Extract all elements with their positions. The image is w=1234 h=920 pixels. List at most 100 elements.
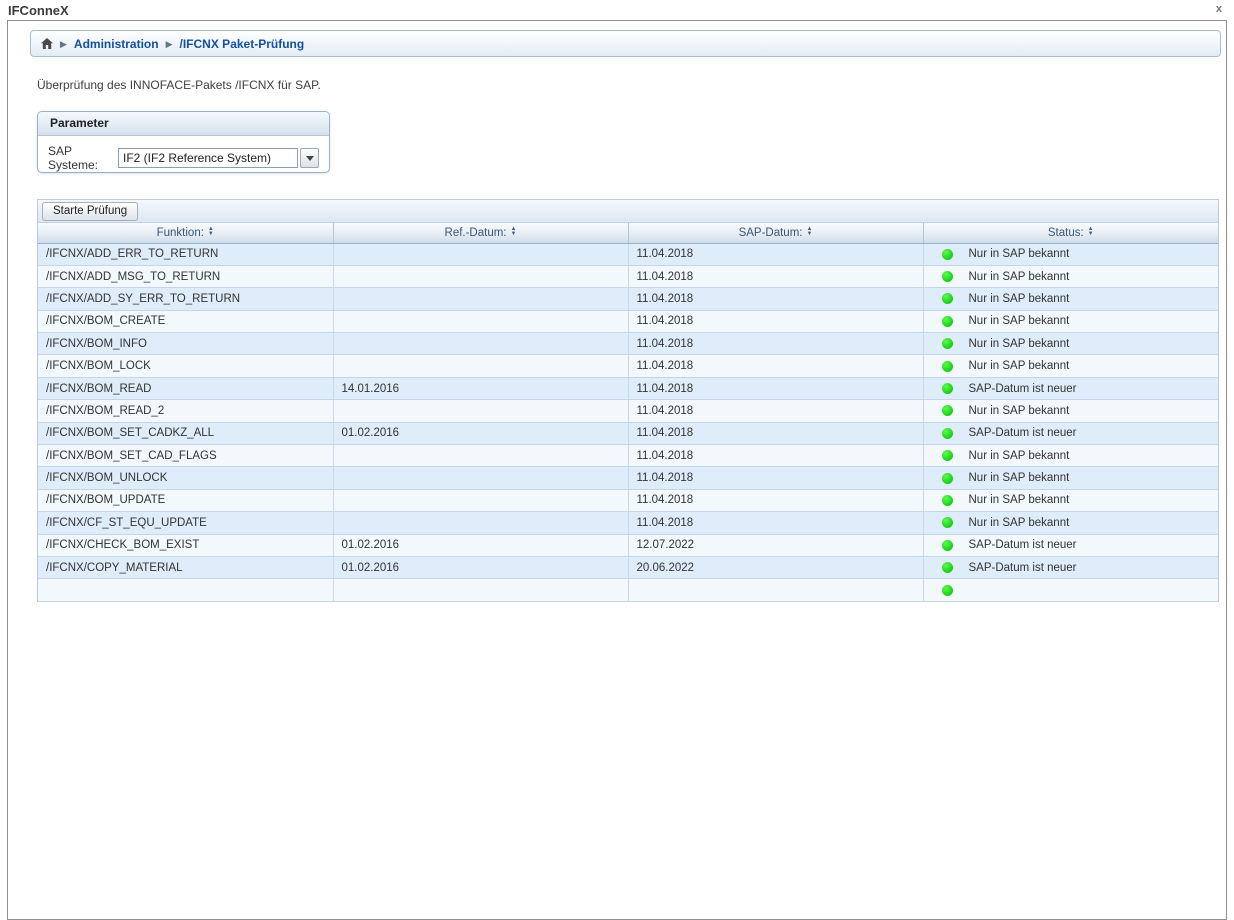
table-row[interactable]: /IFCNX/BOM_LOCK11.04.2018Nur in SAP beka… [38,355,1218,377]
close-icon[interactable]: x [1216,3,1222,15]
cell-ref-datum [333,489,628,511]
column-header-funktion[interactable]: Funktion:▲▼ [38,223,333,243]
status-ok-icon [942,517,953,528]
column-header-status[interactable]: Status:▲▼ [923,223,1218,243]
page-description: Überprüfung des INNOFACE-Pakets /IFCNX f… [37,78,321,92]
breadcrumb-item-paket-pruefung[interactable]: /IFCNX Paket-Prüfung [180,37,305,51]
breadcrumb-item-administration[interactable]: Administration [74,37,159,51]
grid-toolbar: Starte Prüfung [38,200,1218,223]
cell-status [923,579,1218,601]
cell-sap-datum: 12.07.2022 [628,534,923,556]
check-result-grid: Starte Prüfung Funktion:▲▼ Ref.-Datum:▲▼… [37,199,1219,602]
cell-status: SAP-Datum ist neuer [923,422,1218,444]
cell-sap-datum: 20.06.2022 [628,556,923,578]
table-row[interactable]: /IFCNX/ADD_SY_ERR_TO_RETURN11.04.2018Nur… [38,288,1218,310]
cell-status: Nur in SAP bekannt [923,512,1218,534]
home-icon[interactable] [41,38,53,49]
cell-status: Nur in SAP bekannt [923,288,1218,310]
cell-status: Nur in SAP bekannt [923,265,1218,287]
status-label: Nur in SAP bekannt [969,494,1070,506]
status-label: Nur in SAP bekannt [969,360,1070,372]
cell-sap-datum [628,579,923,601]
table-row[interactable]: /IFCNX/COPY_MATERIAL01.02.201620.06.2022… [38,556,1218,578]
breadcrumb-arrow-icon: ▶ [60,39,67,50]
table-row[interactable]: /IFCNX/BOM_UNLOCK11.04.2018Nur in SAP be… [38,467,1218,489]
table-row[interactable]: /IFCNX/BOM_UPDATE11.04.2018Nur in SAP be… [38,489,1218,511]
table-row[interactable]: /IFCNX/BOM_SET_CADKZ_ALL01.02.201611.04.… [38,422,1218,444]
cell-ref-datum [333,288,628,310]
cell-ref-datum [333,355,628,377]
cell-sap-datum: 11.04.2018 [628,400,923,422]
status-label: Nur in SAP bekannt [969,293,1070,305]
table-row[interactable] [38,579,1218,601]
status-label: Nur in SAP bekannt [969,405,1070,417]
cell-sap-datum: 11.04.2018 [628,310,923,332]
status-label: Nur in SAP bekannt [969,517,1070,529]
table-row[interactable]: /IFCNX/BOM_CREATE11.04.2018Nur in SAP be… [38,310,1218,332]
table-body: /IFCNX/ADD_ERR_TO_RETURN11.04.2018Nur in… [38,243,1218,601]
sort-icon[interactable]: ▲▼ [806,227,812,237]
cell-status: Nur in SAP bekannt [923,489,1218,511]
breadcrumb: ▶ Administration ▶ /IFCNX Paket-Prüfung [30,30,1221,57]
sort-icon[interactable]: ▲▼ [511,227,517,237]
status-label: SAP-Datum ist neuer [969,383,1077,395]
cell-funktion: /IFCNX/CHECK_BOM_EXIST [38,534,333,556]
status-label: SAP-Datum ist neuer [969,539,1077,551]
cell-sap-datum: 11.04.2018 [628,243,923,265]
table-row[interactable]: /IFCNX/BOM_SET_CAD_FLAGS11.04.2018Nur in… [38,445,1218,467]
status-ok-icon [942,383,953,394]
column-header-ref-datum[interactable]: Ref.-Datum:▲▼ [333,223,628,243]
cell-ref-datum: 01.02.2016 [333,556,628,578]
cell-funktion: /IFCNX/ADD_ERR_TO_RETURN [38,243,333,265]
cell-ref-datum [333,333,628,355]
cell-ref-datum [333,400,628,422]
sap-system-combobox[interactable]: IF2 (IF2 Reference System) [118,148,319,168]
cell-funktion: /IFCNX/CF_ST_EQU_UPDATE [38,512,333,534]
cell-funktion: /IFCNX/BOM_UNLOCK [38,467,333,489]
column-header-sap-datum[interactable]: SAP-Datum:▲▼ [628,223,923,243]
cell-funktion: /IFCNX/BOM_SET_CADKZ_ALL [38,422,333,444]
sort-icon[interactable]: ▲▼ [208,227,214,237]
cell-ref-datum [333,265,628,287]
cell-funktion: /IFCNX/ADD_SY_ERR_TO_RETURN [38,288,333,310]
cell-status: Nur in SAP bekannt [923,243,1218,265]
cell-funktion: /IFCNX/BOM_UPDATE [38,489,333,511]
cell-sap-datum: 11.04.2018 [628,512,923,534]
cell-ref-datum [333,243,628,265]
cell-status: Nur in SAP bekannt [923,310,1218,332]
cell-funktion: /IFCNX/COPY_MATERIAL [38,556,333,578]
status-ok-icon [942,338,953,349]
combo-dropdown-button[interactable] [300,148,319,168]
sap-system-value[interactable]: IF2 (IF2 Reference System) [118,148,298,168]
result-table: Funktion:▲▼ Ref.-Datum:▲▼ SAP-Datum:▲▼ S… [38,223,1218,602]
table-row[interactable]: /IFCNX/CF_ST_EQU_UPDATE 11.04.2018 Nur in … [38,512,1218,534]
cell-sap-datum: 11.04.2018 [628,333,923,355]
cell-sap-datum: 11.04.2018 [628,422,923,444]
cell-status: SAP-Datum ist neuer [923,377,1218,399]
cell-funktion: /IFCNX/BOM_LOCK [38,355,333,377]
cell-status: SAP-Datum ist neuer [923,556,1218,578]
cell-ref-datum [333,467,628,489]
chevron-down-icon [306,156,314,161]
cell-ref-datum [333,310,628,332]
status-ok-icon [942,428,953,439]
sap-system-label: SAP Systeme: [48,144,112,172]
table-row[interactable]: /IFCNX/ADD_MSG_TO_RETURN11.04.2018Nur in… [38,265,1218,287]
sort-icon[interactable]: ▲▼ [1088,227,1094,237]
cell-ref-datum: 01.02.2016 [333,422,628,444]
table-row[interactable]: /IFCNX/BOM_READ14.01.201611.04.2018SAP-D… [38,377,1218,399]
table-row[interactable]: /IFCNX/ADD_ERR_TO_RETURN 11.04.2018Nur in… [38,243,1218,265]
cell-sap-datum: 11.04.2018 [628,445,923,467]
status-label: SAP-Datum ist neuer [969,562,1077,574]
table-row[interactable]: /IFCNX/BOM_READ_211.04.2018Nur in SAP be… [38,400,1218,422]
cell-status: Nur in SAP bekannt [923,445,1218,467]
status-ok-icon [942,316,953,327]
status-ok-icon [942,585,953,596]
cell-status: Nur in SAP bekannt [923,355,1218,377]
table-row[interactable]: /IFCNX/CHECK_BOM_EXIST01.02.201612.07.20… [38,534,1218,556]
cell-ref-datum: 14.01.2016 [333,377,628,399]
table-row[interactable]: /IFCNX/BOM_INFO11.04.2018Nur in SAP beka… [38,333,1218,355]
status-ok-icon [942,562,953,573]
status-ok-icon [942,271,953,282]
start-check-button[interactable]: Starte Prüfung [42,202,138,221]
